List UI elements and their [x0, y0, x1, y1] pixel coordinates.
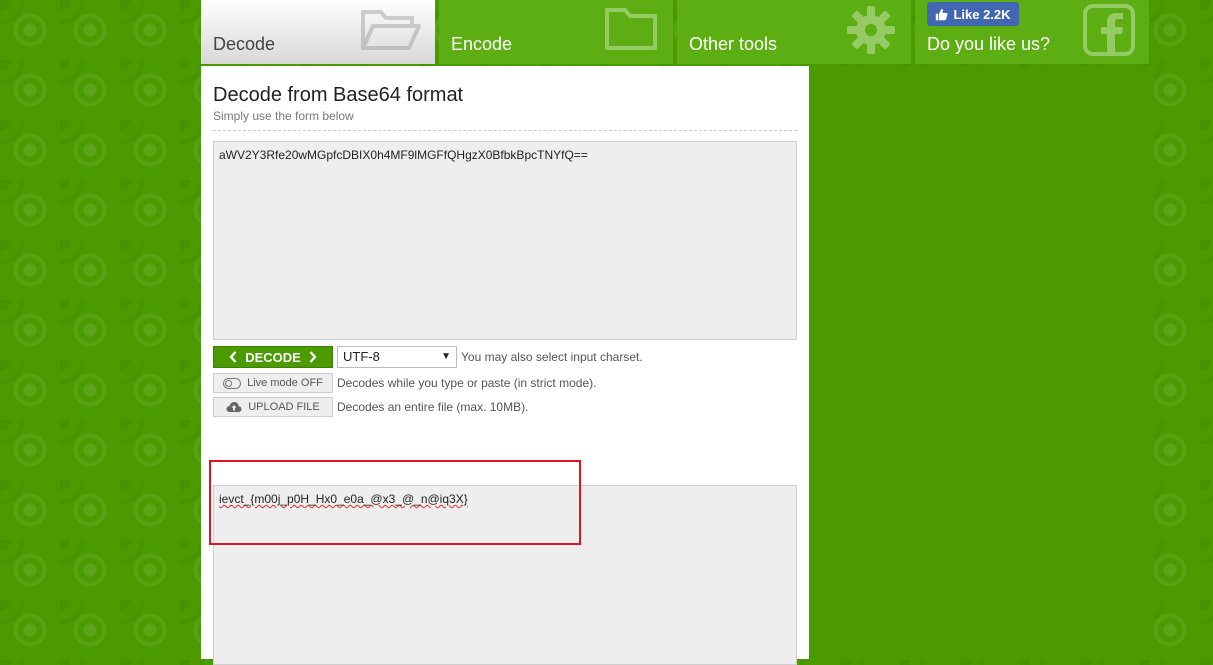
input-text: aWV2Y3Rfe20wMGpfcDBIX0h4MF9lMGFfQHgzX0Bf…	[219, 148, 588, 162]
open-folder-icon	[361, 10, 421, 50]
highlight-annotation-box	[209, 460, 581, 545]
live-mode-hint: Decodes while you type or paste (in stri…	[337, 376, 597, 390]
dropdown-arrow-icon: ▼	[441, 351, 451, 362]
folder-icon	[605, 8, 657, 50]
like-count: Like 2.2K	[953, 6, 1011, 22]
charset-hint: You may also select input charset.	[461, 350, 643, 364]
tab-decode[interactable]: Decode	[201, 0, 435, 64]
tab-decode-label: Decode	[213, 34, 276, 54]
tab-other-tools-label: Other tools	[689, 34, 778, 54]
decode-button[interactable]: DECODE	[213, 346, 333, 368]
cloud-upload-icon	[226, 402, 242, 412]
tab-facebook[interactable]: Like 2.2K Do you like us?	[915, 0, 1149, 64]
page-title: Decode from Base64 format	[213, 84, 464, 106]
dashed-divider	[213, 130, 797, 131]
page-subtitle: Simply use the form below	[213, 109, 354, 123]
upload-file-button[interactable]: UPLOAD FILE	[213, 397, 333, 417]
gear-icon	[847, 6, 895, 54]
chevron-left-icon	[229, 351, 237, 363]
thumbs-up-icon	[936, 8, 948, 20]
tab-encode-label: Encode	[451, 34, 513, 54]
charset-value: UTF-8	[343, 349, 380, 364]
facebook-like-button[interactable]: Like 2.2K	[927, 2, 1019, 26]
toggle-icon	[223, 377, 242, 389]
decode-button-label: DECODE	[245, 349, 301, 365]
facebook-icon	[1083, 4, 1135, 56]
charset-select[interactable]: UTF-8 ▼	[337, 346, 457, 368]
top-nav-tabs: Decode Encode Other tools Like 2.2K Do y…	[201, 0, 1149, 66]
right-green-panel	[809, 66, 1154, 659]
upload-file-label: UPLOAD FILE	[248, 401, 320, 413]
tab-encode[interactable]: Encode	[439, 0, 673, 64]
tab-other-tools[interactable]: Other tools	[677, 0, 911, 64]
live-mode-label: Live mode OFF	[247, 377, 323, 389]
chevron-right-icon	[309, 351, 317, 363]
base64-input-textarea[interactable]: aWV2Y3Rfe20wMGpfcDBIX0h4MF9lMGFfQHgzX0Bf…	[213, 141, 797, 340]
decode-form-panel: Decode from Base64 format Simply use the…	[201, 66, 809, 665]
live-mode-toggle[interactable]: Live mode OFF	[213, 373, 333, 393]
tab-facebook-label: Do you like us?	[927, 34, 1051, 54]
upload-file-hint: Decodes an entire file (max. 10MB).	[337, 400, 529, 414]
